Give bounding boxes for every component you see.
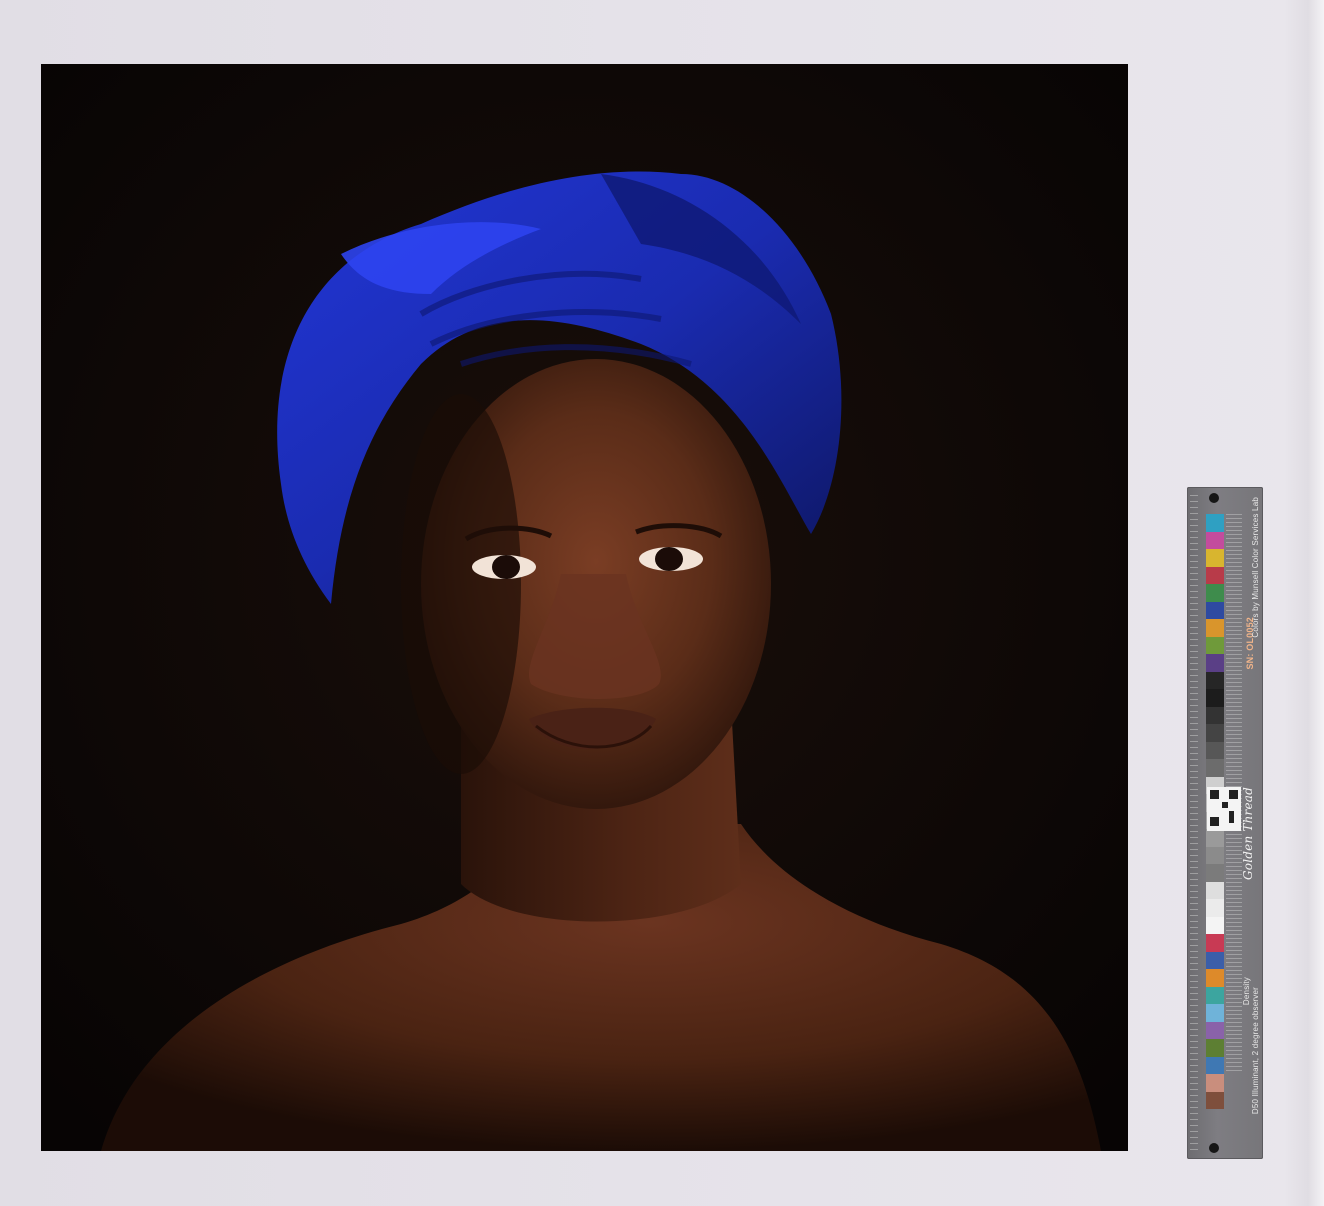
- illuminant-note: D50 Illuminant, 2 degree observer: [1251, 987, 1260, 1115]
- maker-logo-text: Golden Thread: [1241, 787, 1255, 880]
- color-swatch: [1206, 671, 1224, 689]
- color-swatch: [1206, 601, 1224, 619]
- density-label: Density: [1242, 977, 1251, 1006]
- color-swatch: [1206, 724, 1224, 742]
- color-swatch: [1206, 531, 1224, 549]
- color-swatch: [1206, 1074, 1224, 1092]
- color-swatch: [1206, 846, 1224, 864]
- color-swatch: [1206, 741, 1224, 759]
- portrait-illustration: [41, 64, 1128, 1151]
- color-swatch: [1206, 566, 1224, 584]
- color-swatch: [1206, 689, 1224, 707]
- color-swatch: [1206, 829, 1224, 847]
- color-swatch: [1206, 619, 1224, 637]
- qr-code: [1207, 787, 1241, 831]
- color-swatch: [1206, 899, 1224, 917]
- color-swatch: [1206, 1091, 1224, 1109]
- color-swatch: [1206, 934, 1224, 952]
- ruler-ticks: [1190, 495, 1198, 1151]
- color-swatch: [1206, 864, 1224, 882]
- color-swatch: [1206, 969, 1224, 987]
- color-swatch: [1206, 951, 1224, 969]
- portrait-photograph: [41, 64, 1128, 1151]
- color-swatch: [1206, 636, 1224, 654]
- color-swatch: [1206, 881, 1224, 899]
- color-swatch: [1206, 706, 1224, 724]
- color-swatch: [1206, 759, 1224, 777]
- color-swatch: [1206, 654, 1224, 672]
- color-swatch: [1206, 916, 1224, 934]
- color-swatch: [1206, 549, 1224, 567]
- color-swatch: [1206, 1021, 1224, 1039]
- color-swatch: [1206, 1004, 1224, 1022]
- color-swatch: [1206, 584, 1224, 602]
- mount-hole-top: [1209, 493, 1219, 503]
- mount-hole-bottom: [1209, 1143, 1219, 1153]
- sheet-edge: [1284, 0, 1324, 1206]
- color-swatch: [1206, 514, 1224, 532]
- color-swatch: [1206, 1056, 1224, 1074]
- color-swatch: [1206, 1039, 1224, 1057]
- color-target-strip: Golden Thread SN: OL0052 Colors by Munse…: [1187, 487, 1263, 1159]
- colors-credit: Colors by Munsell Color Services Lab: [1251, 497, 1260, 638]
- color-swatch: [1206, 986, 1224, 1004]
